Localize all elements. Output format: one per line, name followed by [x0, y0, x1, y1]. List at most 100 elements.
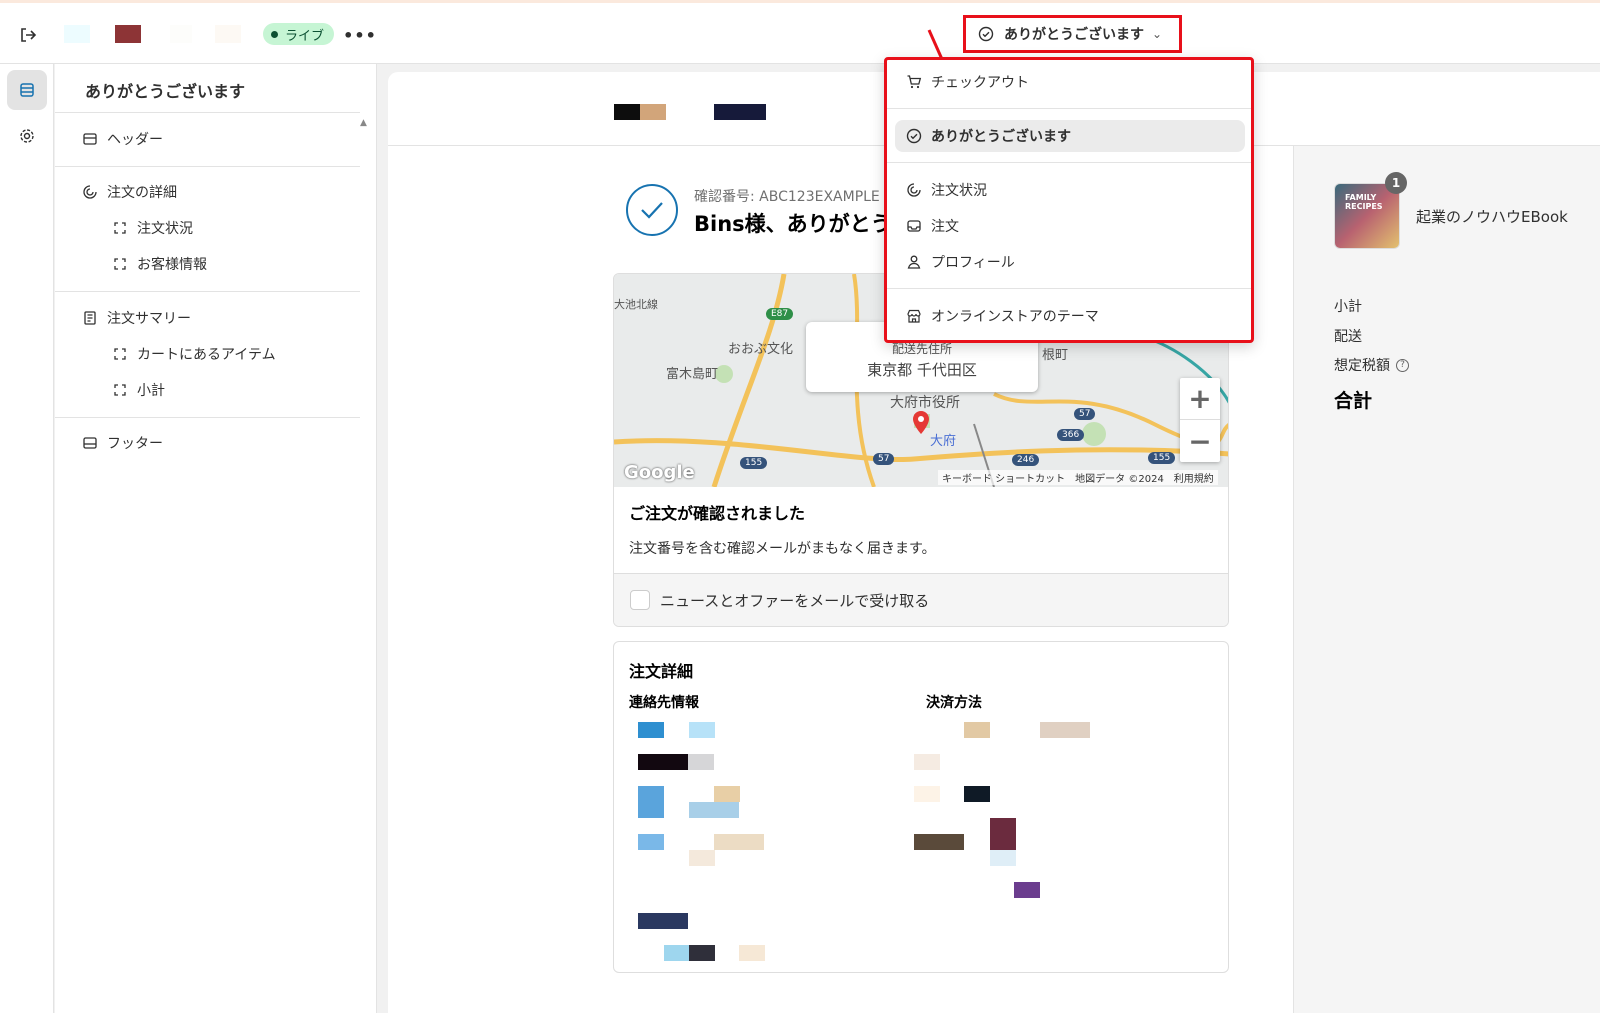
product-cover-text: FAMILY RECIPES	[1345, 193, 1383, 211]
sidebar-item-header[interactable]: ヘッダー	[81, 127, 163, 151]
redacted-block	[115, 25, 141, 43]
redacted-text	[638, 786, 664, 818]
redacted-logo	[640, 104, 666, 120]
redacted-text	[714, 834, 764, 850]
cart-icon	[905, 73, 923, 91]
help-icon[interactable]: ?	[1396, 358, 1409, 372]
newsletter-label[interactable]: ニュースとオファーをメールで受け取る	[660, 590, 929, 611]
sidebar-item-order-status[interactable]: 注文状況	[111, 216, 193, 240]
menu-item-label: 注文状況	[931, 183, 987, 199]
receipt-icon	[81, 309, 99, 327]
sidebar-title: ありがとうございます	[85, 82, 246, 101]
sections-rail-button[interactable]	[7, 70, 47, 110]
sidebar-item-cart-items[interactable]: カートにあるアイテム	[111, 342, 276, 366]
block-icon	[111, 381, 129, 399]
map-attribution[interactable]: キーボード ショートカット 地図データ ©2024 利用規約	[938, 470, 1218, 485]
sidebar-item-order-details[interactable]: 注文の詳細	[81, 180, 177, 204]
divider	[887, 108, 1251, 109]
status-dot-icon	[271, 30, 278, 38]
editor-rail	[0, 64, 54, 1013]
redacted-text	[914, 786, 940, 802]
map-pin-icon	[913, 411, 929, 434]
page-selector-button[interactable]: ありがとうございます ⌄	[963, 15, 1182, 53]
sidebar-item-customer-info[interactable]: お客様情報	[111, 252, 207, 276]
route-shield: 57	[873, 453, 895, 465]
order-confirmed-title: ご注文が確認されました	[629, 504, 806, 523]
sidebar-item-footer[interactable]: フッター	[81, 431, 163, 455]
sidebar-item-label: カートにあるアイテム	[137, 347, 276, 363]
sidebar-item-label: 注文の詳細	[107, 185, 177, 201]
block-icon	[111, 255, 129, 273]
exit-icon[interactable]	[16, 23, 40, 47]
quantity-badge: 1	[1385, 172, 1407, 194]
gear-icon	[20, 129, 34, 143]
block-icon	[111, 219, 129, 237]
menu-item-orders[interactable]: 注文	[895, 210, 1245, 242]
header-layout-icon	[81, 130, 99, 148]
sidebar-item-label: 小計	[137, 383, 165, 399]
sidebar-item-label: 注文状況	[137, 221, 193, 237]
redacted-text	[990, 818, 1016, 850]
shipping-label: 配送	[1334, 329, 1362, 345]
redacted-text	[964, 722, 990, 738]
product-thumbnail: FAMILY RECIPES	[1334, 183, 1400, 249]
redacted-text	[739, 945, 765, 961]
divider	[55, 291, 360, 292]
order-summary-panel: FAMILY RECIPES 1 起業のノウハウEBook 小計 配送 想定税額…	[1293, 146, 1600, 1013]
map-label: おおぶ文化	[728, 342, 794, 357]
store-icon	[905, 307, 923, 325]
settings-rail-button[interactable]	[7, 116, 47, 156]
sidebar-item-label: フッター	[107, 436, 163, 452]
google-logo: Google	[624, 462, 695, 483]
sidebar-item-label: ヘッダー	[107, 132, 163, 148]
redacted-text	[638, 913, 688, 929]
divider	[55, 166, 360, 167]
estimated-tax-label: 想定税額	[1334, 358, 1390, 374]
estimated-tax-row: 想定税額 ?	[1334, 355, 1409, 375]
block-icon	[111, 345, 129, 363]
more-actions-button[interactable]: •••	[343, 23, 376, 47]
redacted-logo	[614, 104, 640, 120]
sidebar-item-label: 注文サマリー	[107, 311, 191, 327]
menu-item-label: プロフィール	[931, 255, 1015, 271]
sections-icon	[20, 83, 34, 97]
menu-item-label: オンラインストアのテーマ	[931, 309, 1099, 325]
sidebar-item-order-summary[interactable]: 注文サマリー	[81, 306, 191, 330]
map-label: 大府	[930, 434, 957, 449]
newsletter-checkbox[interactable]	[630, 590, 650, 610]
top-bar: ライブ ••• ありがとうございます ⌄	[0, 0, 1600, 64]
order-status-icon	[905, 181, 923, 199]
menu-item-order-status[interactable]: 注文状況	[895, 174, 1245, 206]
map-label: 根町	[1042, 348, 1069, 363]
divider	[887, 288, 1251, 289]
redacted-text	[638, 722, 664, 738]
redacted-text	[638, 754, 688, 770]
inbox-icon	[905, 217, 923, 235]
redacted-text	[688, 754, 714, 770]
menu-item-thanks[interactable]: ありがとうございます	[895, 120, 1245, 152]
menu-item-store-theme[interactable]: オンラインストアのテーマ	[895, 300, 1245, 332]
redacted-text	[714, 786, 740, 802]
menu-item-label: チェックアウト	[931, 75, 1029, 91]
route-shield: 155	[1148, 452, 1176, 464]
redacted-text	[638, 834, 664, 850]
page-selector-label: ありがとうございます	[1004, 27, 1144, 43]
menu-item-checkout[interactable]: チェックアウト	[895, 66, 1245, 98]
redacted-text	[1040, 722, 1090, 738]
sidebar-item-subtotal[interactable]: 小計	[111, 378, 165, 402]
map-zoom-control: + −	[1180, 378, 1220, 462]
zoom-out-button[interactable]: −	[1180, 420, 1220, 462]
redacted-text	[689, 945, 715, 961]
redacted-block	[64, 25, 90, 43]
divider	[887, 162, 1251, 163]
zoom-in-button[interactable]: +	[1180, 378, 1220, 420]
check-circle-icon	[905, 127, 923, 145]
menu-item-profile[interactable]: プロフィール	[895, 246, 1245, 278]
scroll-up-icon[interactable]: ▲	[360, 118, 367, 128]
redacted-block	[170, 25, 192, 43]
live-badge: ライブ	[263, 23, 335, 45]
route-shield: 366	[1057, 429, 1085, 441]
menu-item-label: 注文	[931, 219, 959, 235]
payment-heading: 決済方法	[926, 695, 982, 711]
order-details-title: 注文詳細	[629, 662, 694, 681]
